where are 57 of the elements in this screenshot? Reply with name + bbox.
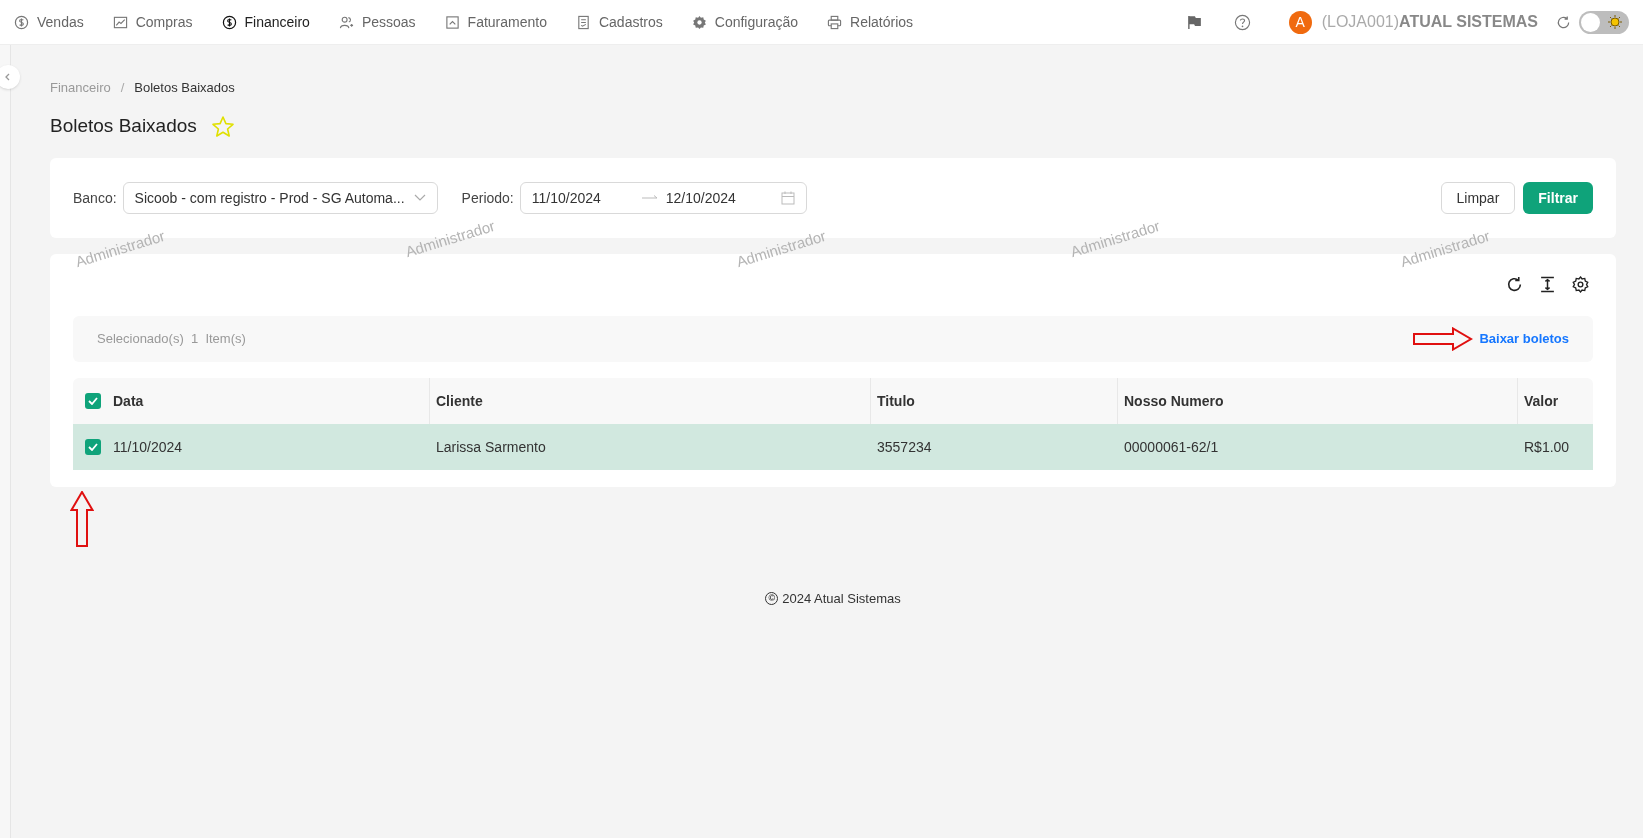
nav-item[interactable]: Relatórios (827, 11, 914, 33)
favorite-star-icon[interactable] (210, 114, 235, 139)
nav-item[interactable]: Configuração (691, 11, 799, 33)
breadcrumb-item: Boletos Baixados (134, 78, 235, 97)
check-icon (88, 443, 98, 451)
nav-item[interactable]: Cadastros (575, 11, 663, 33)
date-range-field[interactable]: 11/10/2024 12/10/2024 (519, 182, 807, 214)
field-label: Periodo: (461, 188, 514, 208)
download-boletos-link[interactable]: Baixar boletos (1479, 329, 1569, 349)
flag-icon[interactable] (1186, 14, 1202, 30)
sun-icon (1608, 14, 1622, 29)
table-cell: 00000061-62/1 (1124, 438, 1219, 455)
arrow-right-icon (641, 195, 658, 201)
select-all-checkbox[interactable] (85, 393, 101, 409)
field-label: Banco: (73, 188, 117, 208)
clear-button[interactable]: Limpar (1440, 182, 1516, 214)
copyright-text: 2024 Atual Sistemas (782, 590, 901, 608)
chevron-down-icon (413, 194, 426, 202)
nav-item[interactable]: Faturamento (444, 11, 547, 33)
column-height-icon[interactable] (1539, 276, 1556, 293)
company-name: ATUAL SISTEMAS (1399, 12, 1538, 32)
page-title: Boletos Baixados (50, 114, 197, 139)
nav-item[interactable]: Pessoas (338, 11, 416, 33)
annotation-arrow (1413, 327, 1474, 351)
column-header: Valor (1524, 391, 1559, 411)
table-cell: 11/10/2024 (113, 438, 183, 455)
check-icon (88, 397, 98, 405)
settings-icon (691, 14, 707, 30)
calendar-icon (780, 191, 795, 205)
store-code: (LOJA001) (1321, 12, 1400, 32)
breadcrumb-separator: / (120, 78, 125, 97)
column-header: Cliente (436, 391, 483, 411)
settings-icon[interactable] (1572, 276, 1589, 293)
refresh-icon[interactable] (1506, 276, 1523, 293)
selection-summary: Selecionado(s) 1 Item(s) (97, 330, 246, 349)
document-icon (575, 14, 591, 30)
annotation-arrow (70, 491, 94, 547)
column-header: Data (113, 391, 144, 411)
column-header: Nosso Numero (1124, 391, 1224, 411)
theme-toggle[interactable] (1579, 10, 1629, 34)
table-row[interactable]: 11/10/2024 Larissa Sarmento 3557234 00000061-62/1 R$1.00 (73, 424, 1593, 470)
dollar-icon (14, 14, 29, 30)
nav-item[interactable]: Financeiro (221, 11, 310, 33)
dollar-icon (221, 14, 237, 30)
column-header: Titulo (877, 391, 915, 411)
printer-icon (827, 14, 843, 30)
table-cell: Larissa Sarmento (436, 438, 546, 455)
table-cell: 3557234 (877, 438, 932, 455)
table-cell: R$1.00 (1524, 438, 1570, 455)
nav-item[interactable]: Compras (112, 11, 193, 33)
people-icon (338, 14, 354, 30)
avatar: A (1288, 10, 1312, 34)
nav-item[interactable]: Vendas (14, 11, 84, 33)
filter-button[interactable]: Filtrar (1523, 182, 1593, 214)
row-checkbox[interactable] (85, 439, 101, 455)
bank-select[interactable]: Sicoob - com registro - Prod - SG Automa... (122, 182, 438, 214)
help-icon[interactable] (1233, 13, 1251, 31)
